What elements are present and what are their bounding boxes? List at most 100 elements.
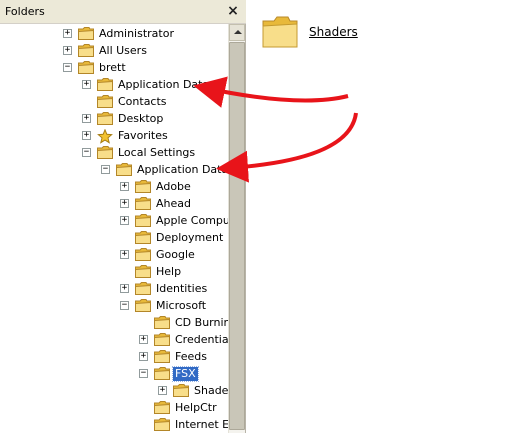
- tree-item[interactable]: + Feeds: [0, 349, 228, 366]
- tree-item-label: Application Data: [118, 78, 210, 91]
- expand-toggle[interactable]: +: [120, 216, 129, 225]
- tree-item-label: All Users: [99, 44, 147, 57]
- tree-item-label: CD Burning: [175, 316, 228, 329]
- close-pane-button[interactable]: ×: [225, 3, 241, 19]
- expand-toggle[interactable]: +: [120, 182, 129, 191]
- tree-item[interactable]: − Application Data: [0, 162, 228, 179]
- folder-icon: [154, 367, 170, 380]
- tree-item-label: Desktop: [118, 112, 164, 125]
- scrollbar-thumb[interactable]: [229, 42, 245, 430]
- tree-item[interactable]: CD Burning: [0, 315, 228, 332]
- folder-icon: [135, 197, 151, 210]
- tree-item-label: Identities: [156, 282, 208, 295]
- folder-icon: [78, 61, 94, 74]
- tree-item-label: HelpCtr: [175, 401, 217, 414]
- tree-item-label: Deployment: [156, 231, 224, 244]
- tree-item[interactable]: + Credentials: [0, 332, 228, 349]
- star-icon: [97, 128, 113, 144]
- folder-icon: [154, 350, 170, 363]
- folder-icon: [135, 180, 151, 193]
- tree-item[interactable]: + Shaders: [0, 383, 228, 400]
- folder-icon: [135, 231, 151, 244]
- tree-item-label: Ahead: [156, 197, 191, 210]
- tree-item[interactable]: Internet Explorer: [0, 417, 228, 433]
- tree-item[interactable]: + Favorites: [0, 128, 228, 145]
- folder-icon: [135, 214, 151, 227]
- tree-item[interactable]: + Apple Computer: [0, 213, 228, 230]
- expand-toggle[interactable]: +: [139, 352, 148, 361]
- folder-icon: [135, 265, 151, 278]
- collapse-toggle[interactable]: −: [101, 165, 110, 174]
- tree-item[interactable]: HelpCtr: [0, 400, 228, 417]
- tree-item-label: Help: [156, 265, 182, 278]
- folders-pane: Folders × + Administrator + All Users − brett…: [0, 0, 246, 433]
- tree-item-label: Adobe: [156, 180, 191, 193]
- folder-tree: + Administrator + All Users − brett + Applicati…: [0, 24, 228, 433]
- tree-item[interactable]: + Ahead: [0, 196, 228, 213]
- tree-item-label: Administrator: [99, 27, 174, 40]
- tree-item-label: Contacts: [118, 95, 167, 108]
- tree-item[interactable]: + Desktop: [0, 111, 228, 128]
- collapse-toggle[interactable]: −: [139, 369, 148, 378]
- folder-icon: [78, 27, 94, 40]
- expand-toggle[interactable]: +: [120, 199, 129, 208]
- expand-toggle[interactable]: +: [158, 386, 167, 395]
- tree-item-label: brett: [99, 61, 126, 74]
- folder-icon: [97, 95, 113, 108]
- tree-item-label: Apple Computer: [156, 214, 228, 227]
- tree-item[interactable]: − Local Settings: [0, 145, 228, 162]
- folder-icon: [97, 78, 113, 91]
- folder-icon: [154, 418, 170, 431]
- folder-icon: [97, 146, 113, 159]
- tree-item-label: Favorites: [118, 129, 168, 142]
- pane-title: Folders: [5, 5, 45, 18]
- tree-item[interactable]: Contacts: [0, 94, 228, 111]
- folder-icon: [154, 333, 170, 346]
- expand-toggle[interactable]: +: [120, 250, 129, 259]
- tree-item[interactable]: + Identities: [0, 281, 228, 298]
- folder-contents-pane: Shaders: [247, 0, 513, 433]
- tree-item[interactable]: − FSX: [0, 366, 228, 383]
- collapse-toggle[interactable]: −: [63, 63, 72, 72]
- expand-toggle[interactable]: +: [82, 114, 91, 123]
- tree-item[interactable]: + Adobe: [0, 179, 228, 196]
- folder-icon[interactable]: [261, 13, 299, 51]
- folder-icon: [78, 44, 94, 57]
- folder-icon: [116, 163, 132, 176]
- tree-item[interactable]: − Microsoft: [0, 298, 228, 315]
- folder-icon: [135, 248, 151, 261]
- expand-toggle[interactable]: +: [63, 29, 72, 38]
- expand-toggle[interactable]: +: [120, 284, 129, 293]
- folders-pane-header: Folders ×: [0, 0, 246, 24]
- expand-toggle[interactable]: +: [82, 80, 91, 89]
- collapse-toggle[interactable]: −: [120, 301, 129, 310]
- expand-toggle[interactable]: +: [82, 131, 91, 140]
- tree-item[interactable]: Deployment: [0, 230, 228, 247]
- tree-item-label: FSX: [172, 366, 199, 382]
- scroll-up-button[interactable]: [229, 24, 245, 41]
- folder-icon: [154, 316, 170, 329]
- tree-item-label: Shaders: [194, 384, 228, 397]
- tree-item-label: Feeds: [175, 350, 207, 363]
- folder-icon: [173, 384, 189, 397]
- tree-item[interactable]: + Administrator: [0, 26, 228, 43]
- tree-item[interactable]: + Google: [0, 247, 228, 264]
- expand-toggle[interactable]: +: [139, 335, 148, 344]
- tree-item[interactable]: + All Users: [0, 43, 228, 60]
- collapse-toggle[interactable]: −: [82, 148, 91, 157]
- tree-item-label: Microsoft: [156, 299, 207, 312]
- tree-item[interactable]: Help: [0, 264, 228, 281]
- tree-item-label: Google: [156, 248, 195, 261]
- shaders-folder-label[interactable]: Shaders: [309, 25, 358, 39]
- folder-icon: [154, 401, 170, 414]
- tree-item-label: Internet Explorer: [175, 418, 228, 431]
- expand-toggle[interactable]: +: [63, 46, 72, 55]
- tree-item-label: Application Data: [137, 163, 228, 176]
- vertical-scrollbar[interactable]: [228, 24, 245, 433]
- folder-icon: [97, 112, 113, 125]
- tree-item-label: Local Settings: [118, 146, 196, 159]
- tree-item[interactable]: + Application Data: [0, 77, 228, 94]
- tree-item[interactable]: − brett: [0, 60, 228, 77]
- folder-icon: [135, 299, 151, 312]
- tree-item-label: Credentials: [175, 333, 228, 346]
